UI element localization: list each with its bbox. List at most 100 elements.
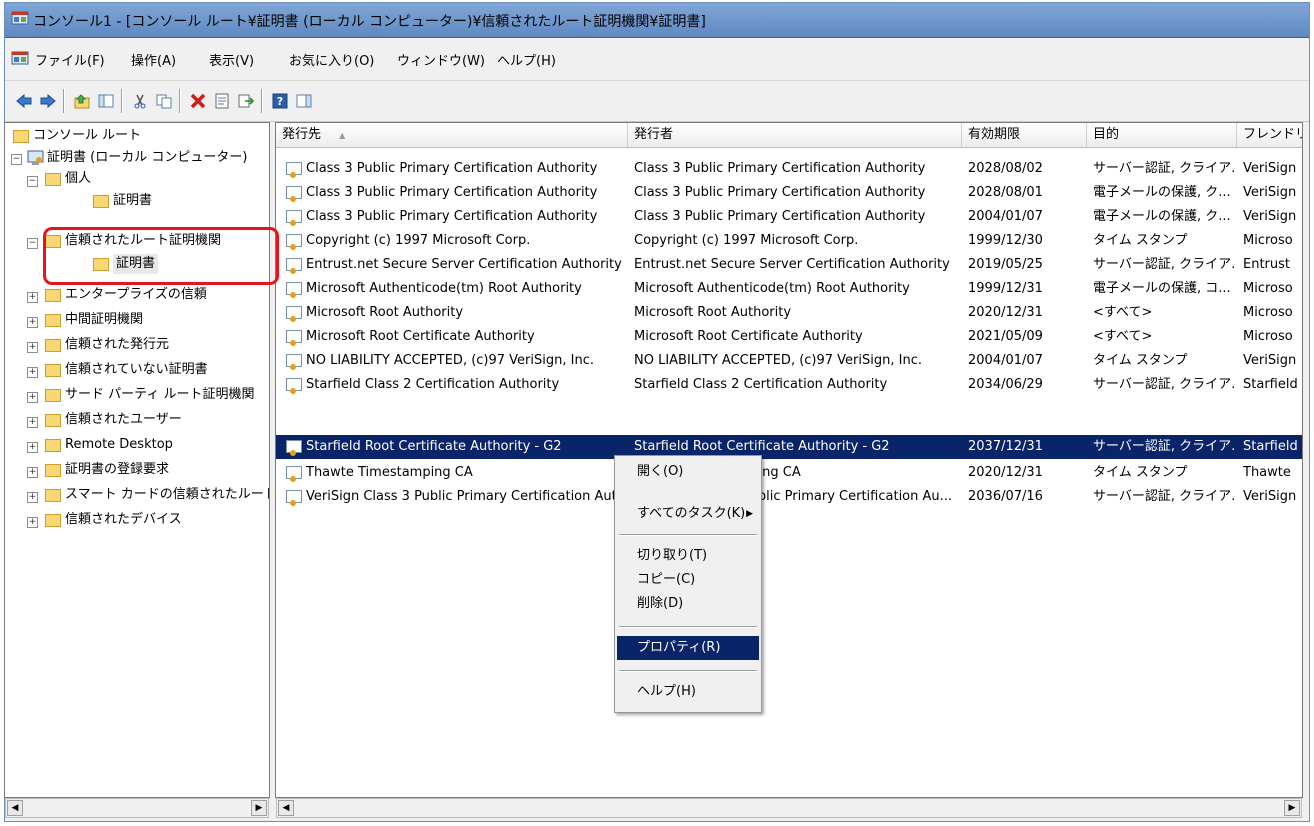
menu-item-properties[interactable]: プロパティ(R) — [617, 636, 759, 660]
column-header-issued-by[interactable]: 発行者 — [628, 123, 962, 147]
tree-item-personal-certificates[interactable]: 証明書 — [113, 191, 152, 211]
certificate-icon — [286, 440, 302, 456]
table-row[interactable]: NO LIABILITY ACCEPTED, (c)97 VeriSign, I… — [276, 349, 1302, 373]
tree-item-remote-desktop[interactable]: Remote Desktop — [65, 435, 173, 455]
cut-icon[interactable] — [129, 90, 151, 112]
cell-expiration: 2037/12/31 — [968, 439, 1043, 454]
expand-icon[interactable]: + — [27, 467, 38, 478]
context-menu: 開く(O) すべてのタスク(K) ▶ 切り取り(T) コピー(C) 削除(D) … — [614, 455, 762, 713]
table-row[interactable]: Microsoft Root Certificate Authority Mic… — [276, 325, 1302, 349]
table-row[interactable]: Copyright (c) 1997 Microsoft Corp. Copyr… — [276, 229, 1302, 253]
properties-icon[interactable] — [211, 90, 233, 112]
menu-item-delete[interactable]: 削除(D) — [617, 592, 759, 616]
cell-expiration: 2004/01/07 — [968, 209, 1043, 224]
expand-icon[interactable]: + — [27, 442, 38, 453]
forward-arrow-icon[interactable] — [37, 90, 59, 112]
tree-item-trusted-publishers[interactable]: 信頼された発行元 — [65, 335, 169, 355]
show-tree-icon[interactable] — [95, 90, 117, 112]
table-row[interactable]: Microsoft Authenticode(tm) Root Authorit… — [276, 277, 1302, 301]
folder-icon — [45, 173, 61, 186]
menu-help[interactable]: ヘルプ(H) — [495, 50, 558, 69]
title-bar[interactable]: コンソール1 - [コンソール ルート¥証明書 (ローカル コンピューター)¥信… — [5, 3, 1309, 38]
scroll-left-icon[interactable]: ◀ — [278, 800, 294, 816]
column-header-expiration[interactable]: 有効期限 — [962, 123, 1087, 147]
help-icon[interactable]: ? — [269, 90, 291, 112]
expand-icon[interactable]: + — [27, 517, 38, 528]
expand-icon[interactable]: + — [27, 292, 38, 303]
menu-separator — [619, 670, 757, 672]
column-header-purposes[interactable]: 目的 — [1087, 123, 1237, 147]
menu-file[interactable]: ファイル(F) — [33, 50, 107, 69]
table-row-selected[interactable]: Starfield Root Certificate Authority - G… — [276, 435, 1302, 459]
folder-icon — [45, 289, 61, 302]
tree-item-intermediate[interactable]: 中間証明機関 — [65, 310, 143, 330]
menu-item-open[interactable]: 開く(O) — [617, 460, 759, 484]
menu-action[interactable]: 操作(A) — [129, 50, 178, 69]
back-arrow-icon[interactable] — [13, 90, 35, 112]
up-folder-icon[interactable] — [71, 90, 93, 112]
collapse-icon[interactable]: − — [27, 238, 38, 249]
expand-icon[interactable]: + — [27, 492, 38, 503]
certificate-list-pane[interactable]: 発行先 ▲ 発行者 有効期限 目的 フレンドリ Class 3 Public P… — [275, 122, 1303, 798]
delete-icon[interactable] — [187, 90, 209, 112]
scroll-right-icon[interactable]: ▶ — [251, 800, 267, 816]
menu-favorites[interactable]: お気に入り(O) — [287, 50, 376, 69]
expand-icon[interactable]: + — [27, 342, 38, 353]
mmc-app-icon[interactable] — [11, 51, 29, 67]
cell-purposes: 電子メールの保護, ク... — [1093, 209, 1231, 224]
scroll-left-icon[interactable]: ◀ — [7, 800, 23, 816]
cell-expiration: 2028/08/01 — [968, 185, 1043, 200]
cell-issued-to: NO LIABILITY ACCEPTED, (c)97 VeriSign, I… — [306, 353, 594, 368]
collapse-icon[interactable]: − — [27, 176, 38, 187]
cell-purposes: タイム スタンプ — [1093, 233, 1188, 248]
menu-item-copy[interactable]: コピー(C) — [617, 568, 759, 592]
collapse-icon[interactable]: − — [11, 154, 22, 165]
expand-icon[interactable]: + — [27, 367, 38, 378]
cell-issued-to: Microsoft Root Certificate Authority — [306, 329, 535, 344]
copy-icon[interactable] — [153, 90, 175, 112]
menu-window[interactable]: ウィンドウ(W) — [395, 50, 487, 69]
cell-friendly-name: Microso — [1243, 329, 1293, 344]
menu-view[interactable]: 表示(V) — [207, 50, 256, 69]
certificate-icon — [286, 186, 302, 202]
cell-friendly-name: Thawte — [1243, 465, 1291, 480]
cell-expiration: 1999/12/31 — [968, 281, 1043, 296]
tree-horizontal-scrollbar[interactable]: ◀ ▶ — [5, 798, 269, 818]
export-icon[interactable] — [235, 90, 257, 112]
table-row[interactable]: Class 3 Public Primary Certification Aut… — [276, 205, 1302, 229]
table-row[interactable]: Microsoft Root Authority Microsoft Root … — [276, 301, 1302, 325]
expand-icon[interactable]: + — [27, 417, 38, 428]
scroll-right-icon[interactable]: ▶ — [1284, 800, 1300, 816]
table-row[interactable]: Class 3 Public Primary Certification Aut… — [276, 181, 1302, 205]
table-row[interactable]: Entrust.net Secure Server Certification … — [276, 253, 1302, 277]
list-horizontal-scrollbar[interactable]: ◀ ▶ — [276, 798, 1302, 818]
tree-item-smart-card-trusted-roots[interactable]: スマート カードの信頼されたルート — [65, 485, 269, 505]
tree-item-trusted-devices[interactable]: 信頼されたデバイス — [65, 510, 182, 530]
table-row[interactable]: Class 3 Public Primary Certification Aut… — [276, 157, 1302, 181]
menu-item-all-tasks[interactable]: すべてのタスク(K) ▶ — [617, 502, 759, 526]
tree-item-enrollment-requests[interactable]: 証明書の登録要求 — [65, 460, 169, 480]
column-header-friendly-name[interactable]: フレンドリ — [1237, 123, 1302, 147]
menu-item-help[interactable]: ヘルプ(H) — [617, 680, 759, 704]
expand-icon[interactable]: + — [27, 317, 38, 328]
cell-purposes: サーバー認証, クライア... — [1093, 439, 1235, 454]
menu-item-cut[interactable]: 切り取り(T) — [617, 544, 759, 568]
tree-item-certificates-local[interactable]: 証明書 (ローカル コンピューター) — [47, 148, 247, 168]
table-row[interactable]: Starfield Class 2 Certification Authorit… — [276, 373, 1302, 397]
show-action-pane-icon[interactable] — [293, 90, 315, 112]
table-row[interactable]: Thawte Timestamping CA Thawte Timestampi… — [276, 461, 1302, 485]
tree-item-console-root[interactable]: コンソール ルート — [33, 126, 141, 146]
submenu-arrow-icon: ▶ — [746, 509, 753, 519]
cell-friendly-name: Starfield — [1243, 439, 1298, 454]
cell-issued-by: Class 3 Public Primary Certification Aut… — [634, 161, 926, 176]
tree-item-trusted-people[interactable]: 信頼されたユーザー — [65, 410, 182, 430]
tree-item-third-party-root[interactable]: サード パーティ ルート証明機関 — [65, 385, 255, 405]
cell-issued-by: Starfield Class 2 Certification Authorit… — [634, 377, 888, 392]
column-header-issued-to[interactable]: 発行先 ▲ — [276, 123, 628, 147]
tree-item-enterprise-trust[interactable]: エンタープライズの信頼 — [65, 285, 207, 305]
tree-item-untrusted[interactable]: 信頼されていない証明書 — [65, 360, 208, 380]
expand-icon[interactable]: + — [27, 392, 38, 403]
tree-item-personal[interactable]: 個人 — [65, 169, 91, 189]
table-row[interactable]: VeriSign Class 3 Public Primary Certific… — [276, 485, 1302, 509]
console-tree-pane[interactable]: コンソール ルート − 証明書 (ローカル コンピューター) − 個人 証明書 … — [4, 122, 270, 798]
